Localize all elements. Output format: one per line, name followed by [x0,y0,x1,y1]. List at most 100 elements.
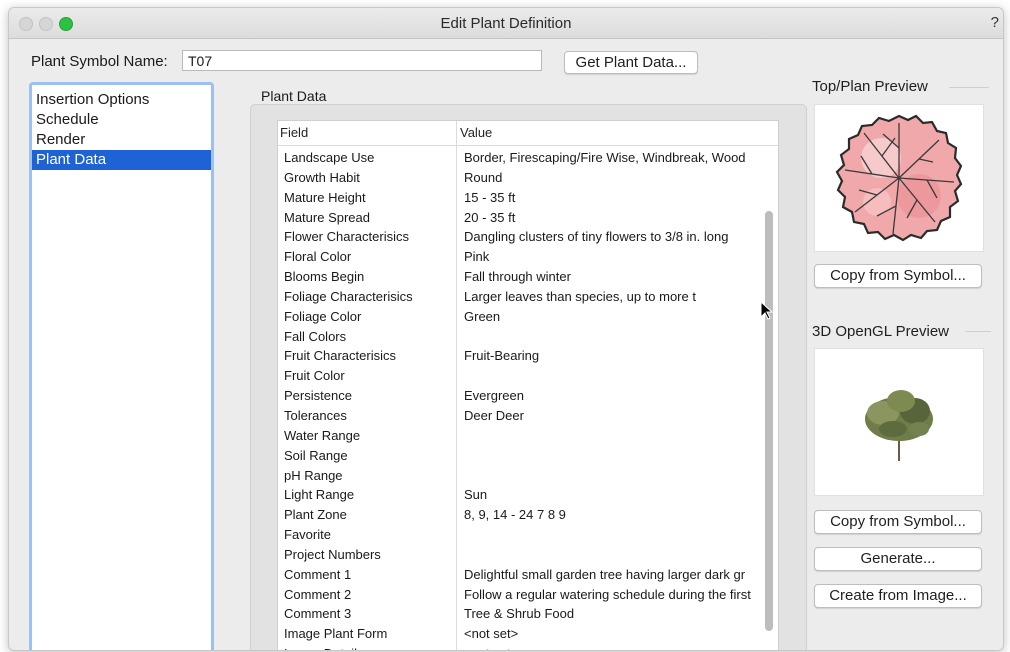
value-cell[interactable]: Sun [464,487,761,502]
table-row[interactable]: Fruit Characterisics Fruit-Bearing [278,346,763,366]
field-column-header[interactable]: Field [280,125,308,140]
table-body: Landscape Use Border, Firescaping/Fire Wi… [278,148,763,650]
value-cell[interactable]: Green [464,309,761,324]
value-cell[interactable]: Evergreen [464,388,761,403]
category-list[interactable]: Insertion Options Schedule Render Plant … [29,82,214,650]
value-cell[interactable]: Larger leaves than species, up to more t [464,289,761,304]
plant-symbol-name-input[interactable]: T07 [182,50,542,71]
divider [949,87,989,88]
field-cell: pH Range [284,467,343,483]
value-cell[interactable]: Pink [464,249,761,264]
opengl-preview-label: 3D OpenGL Preview [812,323,950,340]
divider [965,331,991,332]
value-cell[interactable]: Follow a regular watering schedule durin… [464,587,761,602]
tree-3d-image [865,390,933,461]
field-cell: Floral Color [284,249,352,265]
field-cell: Plant Zone [284,507,347,523]
table-row[interactable]: Image Detail <not set> [278,644,763,650]
field-cell: Comment 2 [284,586,352,602]
field-cell: Persistence [284,388,352,404]
table-row[interactable]: Growth Habit Round [278,168,763,188]
table-row[interactable]: Light Range Sun [278,485,763,505]
table-row[interactable]: pH Range [278,466,763,486]
plant-data-table[interactable]: Field Value Landscape Use Border, Firesca… [277,120,779,650]
field-cell: Comment 1 [284,566,352,582]
generate-button[interactable]: Generate... [814,547,982,571]
field-cell: Project Numbers [284,546,381,562]
field-cell: Mature Height [284,189,366,205]
field-cell: Fall Colors [284,328,347,344]
table-row[interactable]: Mature Spread 20 - 35 ft [278,208,763,228]
window-title: Edit Plant Definition [440,15,572,32]
table-row[interactable]: Flower Characterisics Dangling clusters o… [278,227,763,247]
table-row[interactable]: Plant Zone 8, 9, 14 - 24 7 8 9 [278,505,763,525]
category-item-schedule[interactable]: Schedule [32,110,211,130]
value-cell[interactable]: 8, 9, 14 - 24 7 8 9 [464,507,761,522]
table-scrollbar[interactable] [765,211,773,631]
category-item-render[interactable]: Render [32,130,211,150]
value-cell[interactable]: Delightful small garden tree having larg… [464,567,761,582]
value-cell[interactable]: <not set> [464,646,761,650]
field-cell: Foliage Color [284,308,362,324]
table-row[interactable]: Favorite [278,525,763,545]
copy-from-symbol-3d-button[interactable]: Copy from Symbol... [814,510,982,534]
value-cell[interactable]: 20 - 35 ft [464,210,761,225]
field-cell: Image Plant Form [284,626,388,642]
category-item-insertion-options[interactable]: Insertion Options [32,90,211,110]
field-cell: Light Range [284,487,355,503]
value-cell[interactable]: Fall through winter [464,269,761,284]
help-button[interactable]: ? [991,14,999,31]
field-cell: Mature Spread [284,209,370,225]
table-row[interactable]: Blooms Begin Fall through winter [278,267,763,287]
field-cell: Fruit Color [284,368,345,384]
table-row[interactable]: Foliage Characterisics Larger leaves than… [278,287,763,307]
table-row[interactable]: Fruit Color [278,366,763,386]
field-cell: Favorite [284,527,331,543]
field-cell: Image Detail [284,646,357,650]
value-cell[interactable]: <not set> [464,626,761,641]
value-cell[interactable]: Border, Firescaping/Fire Wise, Windbreak… [464,150,761,165]
table-row[interactable]: Tolerances Deer Deer [278,406,763,426]
value-cell[interactable]: Round [464,170,761,185]
get-plant-data-button[interactable]: Get Plant Data... [564,51,698,74]
table-row[interactable]: Floral Color Pink [278,247,763,267]
value-cell[interactable]: Deer Deer [464,408,761,423]
table-row[interactable]: Image Plant Form <not set> [278,624,763,644]
table-row[interactable]: Comment 1 Delightful small garden tree ha… [278,565,763,585]
field-cell: Soil Range [284,447,348,463]
category-item-plant-data[interactable]: Plant Data [32,150,211,170]
title-bar: Edit Plant Definition ? [9,8,1003,39]
plant-symbol-name-label: Plant Symbol Name: [31,53,168,70]
table-row[interactable]: Comment 3 Tree & Shrub Food [278,604,763,624]
field-cell: Comment 3 [284,606,352,622]
field-cell: Flower Characterisics [284,229,409,245]
table-row[interactable]: Soil Range [278,446,763,466]
value-cell[interactable]: Dangling clusters of tiny flowers to 3/8… [464,229,761,244]
value-cell[interactable]: 15 - 35 ft [464,190,761,205]
table-header: Field Value [278,121,778,146]
plant-data-group-label: Plant Data [261,88,327,104]
table-row[interactable]: Water Range [278,426,763,446]
opengl-preview [814,348,984,496]
table-row[interactable]: Fall Colors [278,327,763,347]
table-row[interactable]: Landscape Use Border, Firescaping/Fire Wi… [278,148,763,168]
field-cell: Blooms Begin [284,269,365,285]
value-cell[interactable]: Fruit-Bearing [464,348,761,363]
mouse-cursor-icon [760,301,774,320]
table-row[interactable]: Foliage Color Green [278,307,763,327]
field-cell: Fruit Characterisics [284,348,396,364]
table-row[interactable]: Project Numbers [278,545,763,565]
field-cell: Foliage Characterisics [284,288,413,304]
field-cell: Growth Habit [284,169,360,185]
value-column-header[interactable]: Value [460,125,492,140]
table-row[interactable]: Mature Height 15 - 35 ft [278,188,763,208]
copy-from-symbol-button[interactable]: Copy from Symbol... [814,264,982,288]
field-cell: Water Range [284,427,361,443]
create-from-image-button[interactable]: Create from Image... [814,584,982,608]
table-row[interactable]: Persistence Evergreen [278,386,763,406]
value-cell[interactable]: Tree & Shrub Food [464,606,761,621]
edit-plant-definition-dialog: Edit Plant Definition ? Plant Symbol Nam… [8,7,1004,651]
field-cell: Landscape Use [284,150,375,165]
table-row[interactable]: Comment 2 Follow a regular watering sched… [278,585,763,605]
top-plan-preview-label: Top/Plan Preview [812,78,928,95]
